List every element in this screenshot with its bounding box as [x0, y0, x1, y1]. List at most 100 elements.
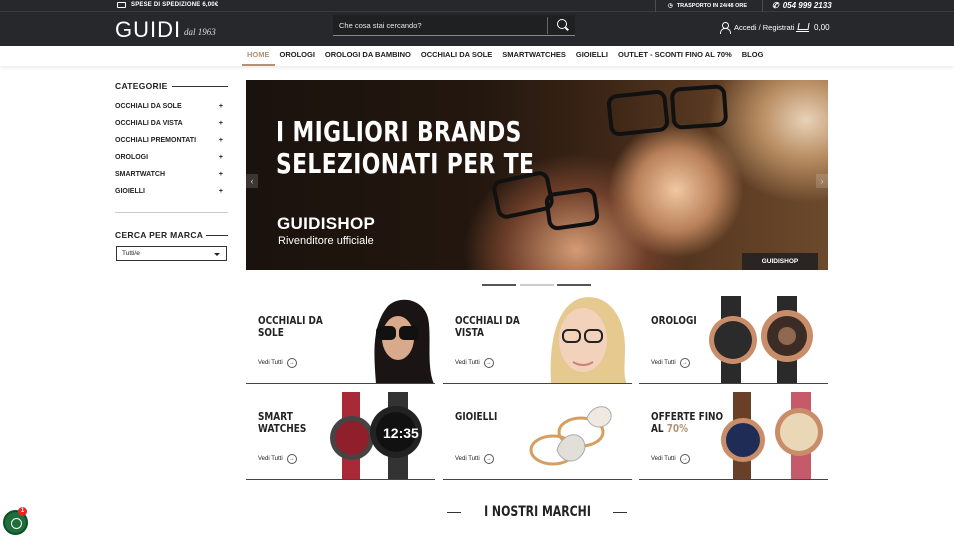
phone-icon: ✆ [772, 1, 779, 10]
main-nav: HOME OROLOGI OROLOGI DA BAMBINO OCCHIALI… [0, 46, 954, 66]
nav-item-orologi-bambino[interactable]: OROLOGI DA BAMBINO [320, 46, 416, 66]
nav-item-outlet[interactable]: OUTLET - SCONTI FINO AL 70% [613, 46, 737, 66]
see-all-link[interactable]: Vedi Tutti → [651, 358, 690, 368]
transport-info: ◷ TRASPORTO IN 24/48 ORE [668, 3, 747, 9]
category-label: GIOIELLI [115, 188, 145, 195]
see-all-link[interactable]: Vedi Tutti → [258, 358, 297, 368]
tile-title-prefix: AL [651, 423, 667, 435]
sunglasses-model-image [374, 299, 434, 383]
nav-item-home[interactable]: HOME [242, 46, 275, 66]
search-divider [547, 17, 548, 34]
arrow-right-icon: → [483, 358, 494, 368]
see-all-link[interactable]: Vedi Tutti → [651, 454, 690, 464]
offer-watches-image [721, 392, 823, 479]
arrow-right-icon: → [679, 454, 690, 464]
category-label: OCCHIALI PREMONTATI [115, 137, 197, 144]
category-tile-gioielli[interactable]: GIOIELLI Vedi Tutti → [443, 392, 632, 480]
truck-icon [117, 2, 126, 8]
heading-rule [206, 235, 228, 236]
category-orologi[interactable]: OROLOGI + [115, 154, 223, 161]
search-icon[interactable] [557, 19, 567, 29]
category-occhiali-vista[interactable]: OCCHIALI DA VISTA + [115, 120, 223, 127]
slider-dot-1[interactable] [482, 284, 516, 286]
chevron-down-icon [214, 253, 220, 256]
tile-title: OCCHIALI DA SOLE [258, 315, 323, 339]
expand-icon[interactable]: + [219, 103, 223, 110]
see-all-label: Vedi Tutti [258, 360, 283, 366]
hero-headline: I MIGLIORI BRANDS SELEZIONATI PER TE [276, 116, 534, 180]
expand-icon[interactable]: + [219, 120, 223, 127]
category-smartwatch[interactable]: SMARTWATCH + [115, 171, 223, 178]
hero-subtitle: Rivenditore ufficiale [278, 235, 374, 247]
category-label: OCCHIALI DA SOLE [115, 103, 182, 110]
divider [655, 0, 656, 12]
category-tile-offerte[interactable]: OFFERTE FINO AL 70% Vedi Tutti → [639, 392, 828, 480]
brand-filter-heading: CERCA PER MARCA [115, 230, 204, 240]
category-tile-occhiali-vista[interactable]: OCCHIALI DA VISTA Vedi Tutti → [443, 296, 632, 384]
heading-rule [447, 511, 461, 513]
nav-item-smartwatches[interactable]: SMARTWATCHES [497, 46, 571, 66]
smartwatches-image: 12:35 [330, 392, 422, 479]
see-all-label: Vedi Tutti [651, 360, 676, 366]
shipping-label: SPESE DI SPEDIZIONE 6,00€ [131, 2, 219, 8]
divider [762, 0, 763, 12]
glasses-graphic [605, 88, 671, 138]
phone-number: 054 999 2133 [782, 1, 832, 10]
category-tile-orologi[interactable]: OROLOGI Vedi Tutti → [639, 296, 828, 384]
nav-item-blog[interactable]: BLOG [737, 46, 769, 66]
search-bar [333, 15, 575, 36]
brand-select[interactable]: Tutti/e [116, 246, 227, 261]
account-link[interactable]: Accedi / Registrati [720, 22, 794, 34]
nav-item-occhiali-sole[interactable]: OCCHIALI DA SOLE [416, 46, 497, 66]
see-all-link[interactable]: Vedi Tutti → [455, 358, 494, 368]
slider-next-button[interactable]: › [816, 174, 828, 188]
cart-total: 0,00 [814, 22, 830, 32]
clock-icon: ◷ [668, 3, 673, 9]
notification-badge: 1 [18, 507, 27, 516]
top-header: SPESE DI SPEDIZIONE 6,00€ ◷ TRASPORTO IN… [0, 0, 954, 46]
search-input[interactable] [339, 18, 539, 33]
slider-prev-button[interactable]: ‹ [246, 174, 258, 188]
tile-title: SMART WATCHES [258, 411, 307, 435]
category-gioielli[interactable]: GIOIELLI + [115, 188, 223, 195]
hero-banner[interactable]: I MIGLIORI BRANDS SELEZIONATI PER TE GUI… [246, 80, 828, 270]
arrow-right-icon: → [679, 358, 690, 368]
expand-icon[interactable]: + [219, 188, 223, 195]
slider-dot-2[interactable] [520, 284, 554, 286]
category-tile-occhiali-sole[interactable]: OCCHIALI DA SOLE Vedi Tutti → [246, 296, 435, 384]
expand-icon[interactable]: + [219, 171, 223, 178]
phone-link[interactable]: ✆ 054 999 2133 [772, 1, 832, 10]
discount-percent: 70% [666, 423, 689, 435]
tile-title: OCCHIALI DA VISTA [455, 315, 520, 339]
category-tile-smartwatches[interactable]: SMART WATCHES Vedi Tutti → 12:35 [246, 392, 435, 480]
category-occhiali-premontati[interactable]: OCCHIALI PREMONTATI + [115, 137, 223, 144]
heading-rule [172, 86, 228, 87]
see-all-label: Vedi Tutti [651, 456, 676, 462]
cart-button[interactable]: 0,00 [796, 22, 830, 32]
transport-label: TRASPORTO IN 24/48 ORE [676, 3, 748, 9]
top-info-strip: SPESE DI SPEDIZIONE 6,00€ ◷ TRASPORTO IN… [0, 0, 954, 12]
brand-select-value: Tutti/e [122, 250, 140, 257]
brands-heading: I NOSTRI MARCHI [483, 504, 591, 520]
jewelry-rings-image [529, 406, 612, 466]
logo-tagline: dal 1963 [184, 27, 216, 37]
nav-item-orologi[interactable]: OROLOGI [275, 46, 320, 66]
svg-text:12:35: 12:35 [383, 425, 419, 441]
sidebar-divider [115, 212, 228, 213]
see-all-link[interactable]: Vedi Tutti → [258, 454, 297, 464]
cart-icon [796, 22, 809, 32]
brands-section-heading: I NOSTRI MARCHI [447, 504, 628, 520]
nav-item-gioielli[interactable]: GIOIELLI [571, 46, 613, 66]
site-logo[interactable]: GUIDI [115, 17, 181, 43]
see-all-label: Vedi Tutti [258, 456, 283, 462]
category-occhiali-sole[interactable]: OCCHIALI DA SOLE + [115, 103, 223, 110]
glasses-graphic [669, 84, 729, 130]
category-label: OROLOGI [115, 154, 149, 161]
expand-icon[interactable]: + [219, 137, 223, 144]
hero-brand: GUIDISHOP [277, 214, 376, 233]
shipping-info: SPESE DI SPEDIZIONE 6,00€ [117, 2, 218, 8]
expand-icon[interactable]: + [219, 154, 223, 161]
see-all-link[interactable]: Vedi Tutti → [455, 454, 494, 464]
slider-dot-3[interactable] [557, 284, 591, 286]
arrow-right-icon: → [483, 454, 494, 464]
